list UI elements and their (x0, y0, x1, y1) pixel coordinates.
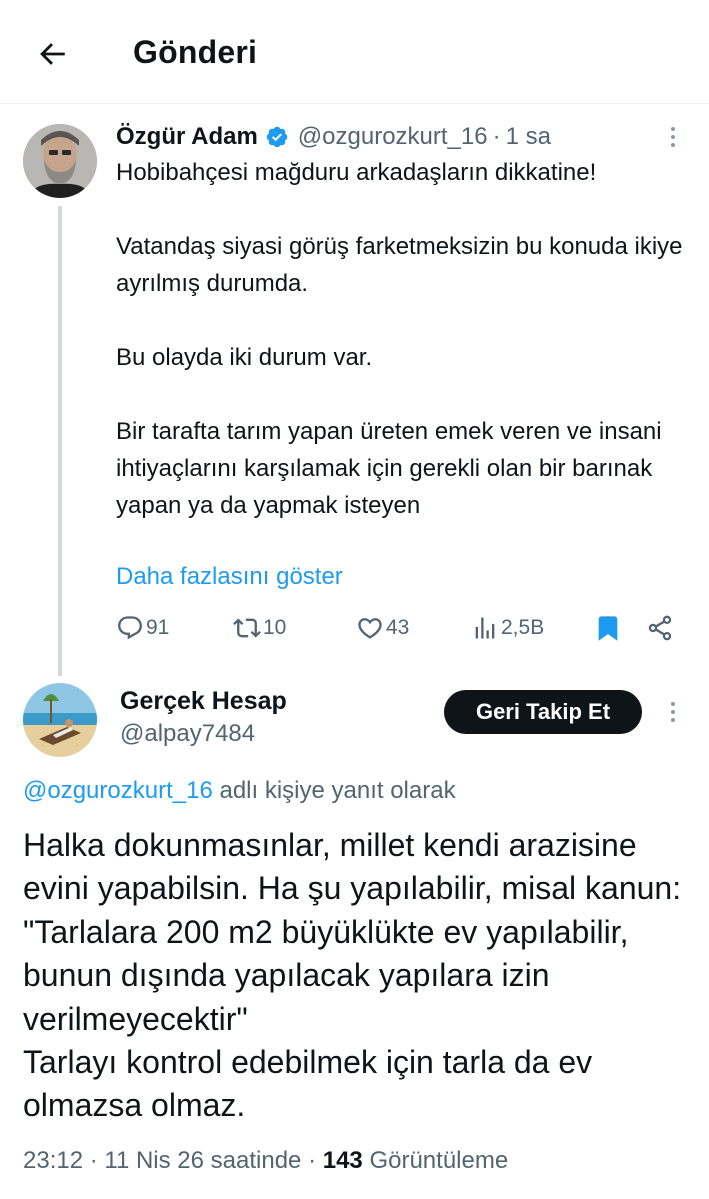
reply-button[interactable]: 91 (116, 608, 169, 648)
replying-to-context: @ozgurozkurt_16 adlı kişiye yanıt olarak (23, 774, 456, 808)
like-button[interactable]: 43 (356, 608, 409, 648)
reply-mention-link[interactable]: @ozgurozkurt_16 (23, 777, 213, 804)
parent-action-bar: 91 10 43 2,5B (116, 608, 686, 648)
share-button[interactable] (646, 608, 674, 648)
parent-paragraph: Hobibahçesi mağduru arkadaşların dikkati… (116, 159, 597, 186)
parent-tweet-text: Hobibahçesi mağduru arkadaşların dikkati… (116, 154, 696, 524)
show-more-link[interactable]: Daha fazlasını göster (116, 560, 343, 594)
views-count: 2,5B (501, 616, 545, 639)
reply-author-handle[interactable]: @alpay7484 (120, 717, 255, 751)
like-count: 43 (386, 616, 410, 639)
bookmark-button[interactable] (594, 608, 622, 648)
parent-paragraph: Bu olayda iki durum var. (116, 344, 373, 371)
tweet-view-count: 143 (322, 1147, 363, 1174)
back-arrow-icon (40, 43, 65, 65)
views-icon (475, 617, 495, 639)
tweet-meta: 23:12 · 11 Nis 26 saatinde · 143 Görüntü… (23, 1144, 508, 1178)
parent-paragraph: Bir tarafta tarım yapan üreten emek vere… (116, 418, 662, 519)
verified-badge-icon (265, 125, 289, 149)
parent-header: Özgür Adam @ozgurozkurt_16 · 1 sa (116, 120, 551, 154)
parent-avatar[interactable] (23, 124, 97, 198)
parent-timestamp[interactable]: 1 sa (506, 123, 551, 151)
share-icon (648, 615, 672, 641)
parent-more-icon[interactable] (662, 120, 684, 154)
reply-more-icon[interactable] (662, 695, 684, 729)
reply-author-name[interactable]: Gerçek Hesap (120, 684, 287, 718)
parent-handle[interactable]: @ozgurozkurt_16 (298, 123, 488, 151)
parent-author-name[interactable]: Özgür Adam (116, 123, 258, 151)
bookmark-icon (598, 616, 618, 641)
repost-icon (233, 618, 261, 638)
reply-paragraph: Tarlayı kontrol edebilmek için tarla da … (23, 1044, 593, 1124)
tweet-date[interactable]: 11 Nis 26 saatinde (104, 1147, 301, 1174)
repost-count: 10 (263, 616, 287, 639)
like-icon (358, 618, 382, 639)
reply-context-label: adlı kişiye yanıt olarak (212, 777, 456, 804)
top-bar: Gönderi (0, 0, 709, 104)
tweet-view-label: Görüntüleme (362, 1147, 509, 1174)
back-button[interactable] (30, 32, 74, 76)
reply-count: 91 (146, 616, 170, 639)
reply-paragraph: Halka dokunmasınlar, millet kendi arazis… (23, 827, 682, 1037)
parent-paragraph: Vatandaş siyasi görüş farketmeksizin bu … (116, 233, 683, 297)
thread-connector (58, 206, 62, 676)
follow-back-button[interactable]: Geri Takip Et (444, 690, 642, 734)
tweet-time[interactable]: 23:12 (23, 1147, 83, 1174)
separator-dot: · (492, 123, 501, 150)
meta-separator: · (301, 1147, 323, 1174)
repost-button[interactable]: 10 (233, 608, 286, 648)
views-button[interactable]: 2,5B (471, 608, 544, 648)
reply-avatar[interactable] (23, 683, 97, 757)
reply-tweet-text: Halka dokunmasınlar, millet kendi arazis… (23, 824, 703, 1128)
meta-separator: · (83, 1147, 105, 1174)
page-title: Gönderi (133, 34, 258, 70)
reply-icon (118, 616, 142, 640)
